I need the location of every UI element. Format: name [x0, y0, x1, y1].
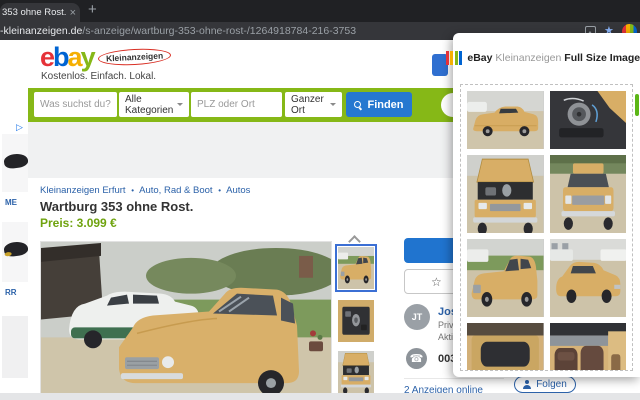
- ad-product-image[interactable]: [2, 316, 28, 378]
- breadcrumb-separator: •: [218, 186, 222, 195]
- gallery-thumbnail-strip: [335, 234, 378, 393]
- follow-button[interactable]: Folgen: [514, 376, 576, 393]
- ad-text-fragment[interactable]: ME: [5, 198, 17, 207]
- popup-photo-car-rear[interactable]: [549, 239, 626, 317]
- breadcrumb: Kleinanzeigen Erfurt • Auto, Rad & Boot …: [40, 185, 250, 196]
- popup-photo-engine[interactable]: [549, 91, 626, 149]
- new-tab-button[interactable]: +: [88, 1, 97, 18]
- breadcrumb-link-autos[interactable]: Autos: [226, 185, 250, 196]
- ad-text-fragment[interactable]: RR: [5, 288, 17, 297]
- gallery-thumbnail-car-angle[interactable]: [335, 244, 377, 292]
- chevron-down-icon: [330, 103, 336, 109]
- divider: [404, 378, 504, 379]
- radius-value: Ganzer Ort: [291, 93, 324, 116]
- left-ad-rail: ▷ ME RR: [0, 40, 28, 393]
- popup-title: eBay Kleinanzeigen Full Size Image: [467, 52, 640, 64]
- ad-product-image[interactable]: [2, 134, 28, 192]
- search-icon: [354, 100, 362, 109]
- shoe-image: [3, 152, 28, 170]
- adchoices-icon[interactable]: ▷: [16, 122, 23, 133]
- breadcrumb-separator: •: [131, 186, 135, 195]
- seller-avatar: JT: [404, 304, 430, 330]
- popup-title-brand: Kleinanzeigen: [495, 52, 562, 64]
- tagline: Kostenlos. Einfach. Lokal.: [41, 71, 157, 82]
- find-button[interactable]: Finden: [346, 92, 412, 117]
- extension-popup: eBay Kleinanzeigen Full Size Image: [445, 33, 640, 377]
- ebay-logo[interactable]: ebay: [40, 42, 96, 73]
- popup-photo-seats[interactable]: [549, 323, 626, 370]
- follow-button-label: Folgen: [536, 379, 567, 390]
- tab-title: 353 ohne Rost. in Th: [2, 7, 68, 18]
- shoe-image: [3, 240, 28, 258]
- popup-photo-car-front[interactable]: [549, 155, 626, 233]
- listing-price: Preis: 3.099 €: [40, 216, 117, 230]
- screen: 353 ohne Rost. in Th × + -kleinanzeigen.…: [0, 0, 640, 400]
- gallery-main-image[interactable]: [40, 241, 332, 394]
- popup-title-ebay: eBay: [467, 52, 493, 64]
- find-button-label: Finden: [367, 98, 404, 111]
- thumbnails-scroll-up-icon[interactable]: [350, 234, 359, 243]
- radius-select[interactable]: Ganzer Ort: [285, 92, 342, 117]
- logo-letter: y: [80, 42, 96, 72]
- logo-letter: b: [53, 42, 69, 72]
- browser-tab-strip: 353 ohne Rost. in Th × +: [0, 0, 640, 22]
- url-bar[interactable]: -kleinanzeigen.de/s-anzeige/wartburg-353…: [0, 22, 356, 40]
- phone-icon: ☎: [406, 348, 427, 369]
- popup-photo-hood-open[interactable]: [467, 155, 544, 233]
- logo-letter: e: [40, 42, 55, 72]
- gallery-thumbnail-engine-top[interactable]: [338, 300, 374, 342]
- breadcrumb-link-auto[interactable]: Auto, Rad & Boot: [139, 185, 212, 196]
- url-domain: -kleinanzeigen.de: [0, 25, 83, 37]
- popup-title-rest: Full Size Image: [564, 52, 640, 64]
- footer-strip: [0, 393, 640, 400]
- gallery-thumbnail-hood-open[interactable]: [338, 351, 374, 393]
- popup-photo-car-angle[interactable]: [467, 239, 544, 317]
- popup-photo-trunk[interactable]: [467, 323, 544, 370]
- url-path: /s-anzeige/wartburg-353-ohne-rost-/12649…: [82, 25, 357, 37]
- kleinanzeigen-badge: Kleinanzeigen: [97, 47, 172, 67]
- category-select[interactable]: Alle Kategorien: [119, 92, 189, 117]
- logo-letter: a: [67, 42, 83, 72]
- main-photo-two-cars: [41, 242, 331, 393]
- listing-title: Wartburg 353 ohne Rost.: [40, 199, 194, 214]
- keyword-input[interactable]: [34, 92, 117, 117]
- popup-header: eBay Kleinanzeigen Full Size Image: [445, 47, 640, 69]
- tab-close-icon[interactable]: ×: [70, 7, 76, 19]
- popup-photo-car-side[interactable]: [467, 91, 544, 149]
- category-value: Alle Kategorien: [125, 93, 174, 116]
- star-icon: ☆: [431, 274, 442, 289]
- person-icon: [523, 380, 532, 389]
- popup-scrollbar-thumb[interactable]: [635, 94, 639, 116]
- extension-logo-icon: [445, 51, 463, 65]
- browser-tab[interactable]: 353 ohne Rost. in Th ×: [0, 3, 80, 22]
- location-input[interactable]: [191, 92, 282, 117]
- ad-product-image[interactable]: [2, 222, 28, 282]
- chevron-down-icon: [177, 103, 184, 109]
- breadcrumb-link-erfurt[interactable]: Kleinanzeigen Erfurt: [40, 185, 126, 196]
- popup-photo-grid: [461, 85, 632, 370]
- popup-photo-container: [460, 84, 633, 371]
